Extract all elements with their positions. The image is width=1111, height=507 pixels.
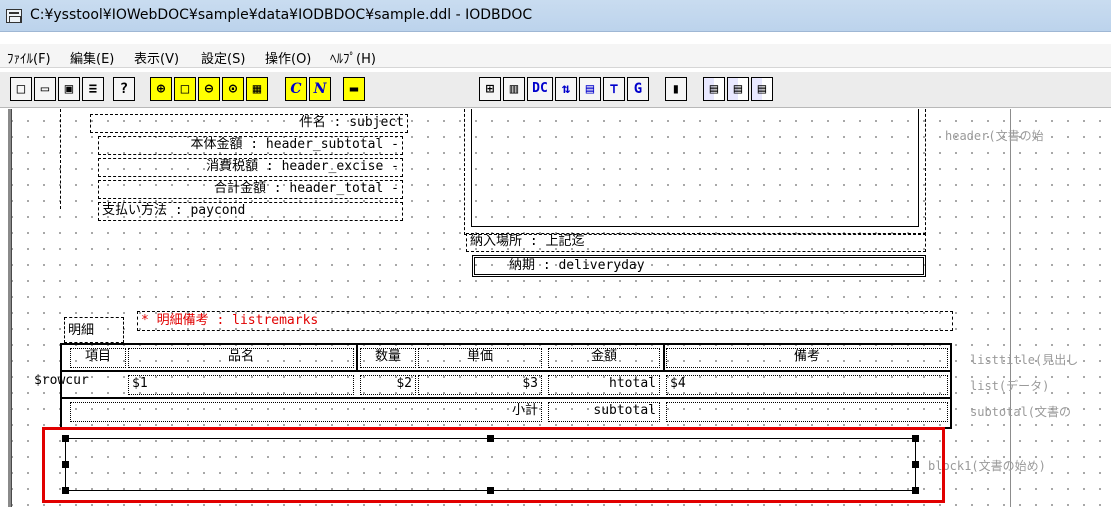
header-product[interactable]: 品名 bbox=[128, 348, 354, 368]
resize-handle-top-right[interactable] bbox=[912, 435, 919, 442]
menu-edit[interactable]: 編集(E) bbox=[70, 48, 114, 67]
open-folder-icon[interactable]: ▭ bbox=[34, 77, 56, 101]
zoom-fit-icon[interactable]: ⊙ bbox=[222, 77, 244, 101]
section-listtitle-label: listtitle(見出し bbox=[970, 353, 1079, 367]
zoom-in-icon[interactable]: ⊕ bbox=[150, 77, 172, 101]
bars-icon[interactable]: ▮ bbox=[665, 77, 687, 101]
address-inner-box bbox=[471, 109, 919, 227]
resize-handle-bottom-left[interactable] bbox=[62, 487, 69, 494]
app-window-icon[interactable] bbox=[6, 9, 22, 23]
resize-handle-bottom-center[interactable] bbox=[487, 487, 494, 494]
table-insert-icon[interactable]: ⊞ bbox=[479, 77, 501, 101]
field-delivery-day[interactable]: 納期 : deliveryday bbox=[472, 255, 926, 277]
toolbar: □ ▭ ▣ ≡ ? ⊕ □ ⊖ ⊙ ▦ C N ▬ ⊞ ▥ DC ⇅ ▤ ⊤ G… bbox=[0, 72, 1111, 108]
header-unit-price[interactable]: 単価 bbox=[418, 348, 542, 368]
subtotal-empty[interactable] bbox=[666, 402, 948, 422]
g-icon[interactable]: G bbox=[627, 77, 649, 101]
table-vline-2 bbox=[663, 345, 665, 370]
header-amount[interactable]: 金額 bbox=[548, 348, 660, 368]
section-divider bbox=[1010, 109, 1011, 507]
header-remarks[interactable]: 備考 bbox=[666, 348, 948, 368]
save-icon[interactable]: ▣ bbox=[58, 77, 80, 101]
field-header-excise[interactable]: 消費税額 : header_excise - bbox=[98, 158, 403, 177]
document-icon[interactable]: ≡ bbox=[82, 77, 104, 101]
field-subject[interactable]: 件名 : subject bbox=[90, 114, 408, 133]
cell-product[interactable]: $1 bbox=[128, 375, 354, 395]
design-canvas[interactable]: 件名 : subject 本体金額 : header_subtotal - 消費… bbox=[0, 109, 1111, 507]
section-subtotal-label: subtotal(文書の bbox=[970, 405, 1072, 419]
field-delivery-place[interactable]: 納入場所 : 上記迄 bbox=[466, 233, 926, 252]
menu-view[interactable]: 表示(V) bbox=[134, 48, 179, 67]
section-header-label: header(文書の始 bbox=[945, 129, 1044, 143]
resize-handle-top-left[interactable] bbox=[62, 435, 69, 442]
image-icon[interactable]: ▤ bbox=[579, 77, 601, 101]
title-bar: C:¥ysstool¥IOWebDOC¥sample¥data¥IODBDOC¥… bbox=[0, 0, 1111, 32]
field-list-remarks[interactable]: * 明細備考 : listremarks bbox=[137, 311, 953, 331]
list-table[interactable]: 項目 品名 数量 単価 金額 備考 $1 $2 $3 htotal $4 小計 … bbox=[60, 343, 952, 429]
columns-icon[interactable]: ▥ bbox=[503, 77, 525, 101]
resize-handle-bottom-right[interactable] bbox=[912, 487, 919, 494]
menu-help[interactable]: ﾍﾙﾌﾟ(H) bbox=[330, 48, 376, 67]
highlight-icon[interactable]: ▬ bbox=[343, 77, 365, 101]
field-header-subtotal[interactable]: 本体金額 : header_subtotal - bbox=[98, 136, 403, 155]
list-title-label[interactable]: 明細 bbox=[64, 317, 124, 343]
canvas-left-edge bbox=[8, 109, 12, 507]
field-header-total[interactable]: 合計金額 : header_total - bbox=[98, 180, 403, 199]
zoom-out-icon[interactable]: ⊖ bbox=[198, 77, 220, 101]
cell-unit-price[interactable]: $3 bbox=[418, 375, 542, 395]
block1-rectangle[interactable] bbox=[65, 438, 916, 491]
cell-quantity[interactable]: $2 bbox=[360, 375, 416, 395]
header-item[interactable]: 項目 bbox=[70, 348, 126, 368]
resize-handle-middle-right[interactable] bbox=[912, 461, 919, 468]
section-block-label: block1(文書の始め) bbox=[928, 459, 1046, 473]
dc-icon[interactable]: DC bbox=[527, 77, 553, 101]
address-box[interactable] bbox=[464, 109, 926, 235]
menu-bar: ﾌｧｲﾙ(F) 編集(E) 表示(V) 設定(S) 操作(O) ﾍﾙﾌﾟ(H) bbox=[0, 44, 1111, 68]
subtotal-label[interactable]: 小計 bbox=[70, 402, 542, 422]
resize-handle-top-center[interactable] bbox=[487, 435, 494, 442]
sort-icon[interactable]: ⇅ bbox=[555, 77, 577, 101]
menu-operation[interactable]: 操作(O) bbox=[265, 48, 311, 67]
menu-settings[interactable]: 設定(S) bbox=[201, 48, 245, 67]
resize-handle-middle-left[interactable] bbox=[62, 461, 69, 468]
new-file-icon[interactable]: □ bbox=[10, 77, 32, 101]
cell-remarks[interactable]: $4 bbox=[666, 375, 948, 395]
table-vline-1 bbox=[356, 345, 358, 370]
header-quantity[interactable]: 数量 bbox=[360, 348, 416, 368]
help-icon[interactable]: ? bbox=[113, 77, 135, 101]
window-title: C:¥ysstool¥IOWebDOC¥sample¥data¥IODBDOC¥… bbox=[30, 7, 533, 23]
c-icon[interactable]: C bbox=[285, 77, 307, 101]
layout-icon-3[interactable]: ▤ bbox=[751, 77, 773, 101]
header-left-margin bbox=[60, 109, 61, 209]
field-paycond[interactable]: 支払い方法 : paycond bbox=[98, 202, 403, 221]
layout-icon-1[interactable]: ▤ bbox=[703, 77, 725, 101]
menu-file[interactable]: ﾌｧｲﾙ(F) bbox=[7, 48, 51, 67]
rectangle-icon[interactable]: □ bbox=[174, 77, 196, 101]
cell-rowcur[interactable]: $rowcur bbox=[14, 373, 124, 393]
table-hline-1 bbox=[62, 370, 950, 372]
cell-amount[interactable]: htotal bbox=[548, 375, 660, 395]
section-list-label: list(データ) bbox=[970, 379, 1050, 393]
grid-icon[interactable]: ▦ bbox=[246, 77, 268, 101]
table-hline-2 bbox=[62, 397, 950, 399]
subtotal-value[interactable]: subtotal bbox=[548, 402, 660, 422]
n-icon[interactable]: N bbox=[309, 77, 331, 101]
layout-icon-2[interactable]: ▤ bbox=[727, 77, 749, 101]
tree-icon[interactable]: ⊤ bbox=[603, 77, 625, 101]
